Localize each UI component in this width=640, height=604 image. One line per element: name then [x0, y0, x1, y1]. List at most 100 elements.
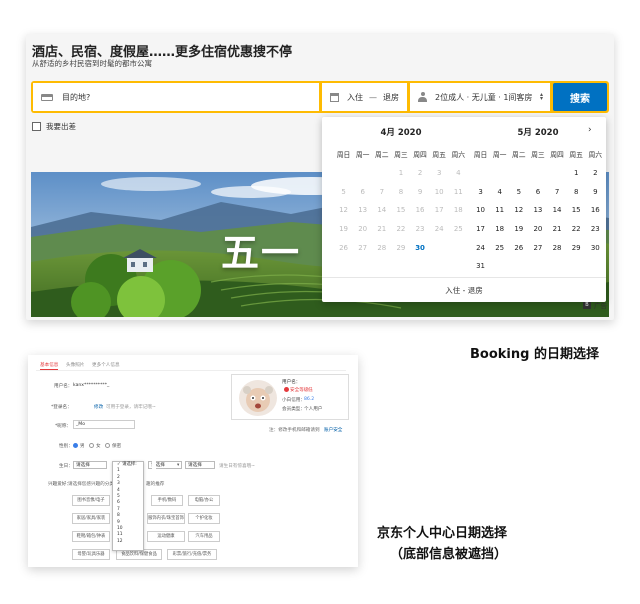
interest-tag[interactable]: 运动健康: [147, 531, 185, 542]
calendar-day: 12: [339, 206, 349, 215]
weekday-header: 周六: [588, 151, 603, 160]
calendar-day[interactable]: 9: [586, 188, 605, 196]
destination-field[interactable]: 目的地?: [33, 83, 319, 111]
security-shield-icon: [284, 387, 289, 392]
calendar-day[interactable]: 16: [586, 206, 605, 214]
calendar-day[interactable]: 25: [490, 244, 509, 252]
tab-basic-info[interactable]: 基本信息: [40, 362, 59, 370]
calendar-day[interactable]: 23: [586, 225, 605, 233]
gender-radio-female[interactable]: [89, 443, 94, 448]
calendar-day[interactable]: 17: [471, 225, 490, 233]
interest-tag[interactable]: 彩票/旅行/充值/票务: [167, 549, 217, 560]
person-icon: [418, 92, 427, 102]
tab-more-info[interactable]: 更多个人信息: [92, 362, 120, 368]
birthday-label: 生日：: [59, 464, 73, 469]
calendar-day: 8: [398, 187, 404, 196]
calendar-grid: 周日 周一 周二 周三 周四 周五 周六 1 2 3 4 5 6 7 8 9 10 11 12 13 14 15 16 17 1…: [471, 145, 605, 276]
birthday-year-select[interactable]: 请选择: [73, 461, 107, 469]
birthday-day-select[interactable]: 请选择: [185, 461, 215, 469]
calendar-day[interactable]: 5: [509, 188, 528, 196]
calendar-day: 9: [417, 187, 423, 196]
calendar-day[interactable]: 31: [471, 262, 490, 270]
nickname-input[interactable]: _Mo: [73, 420, 135, 429]
calendar-day[interactable]: 22: [567, 225, 586, 233]
credit-value: 86.2: [304, 397, 315, 402]
birthday-hint: 请生日有惊喜哦~: [219, 464, 256, 469]
calendar-day[interactable]: 30: [411, 244, 430, 252]
gender-radio-male[interactable]: [73, 443, 78, 448]
calendar-day[interactable]: 8: [567, 188, 586, 196]
calendar-day[interactable]: 14: [548, 206, 567, 214]
calendar-day[interactable]: 1: [567, 169, 586, 177]
login-hint: 可用于登录，请牢记哦~: [106, 405, 156, 410]
interest-tag[interactable]: 个护化妆: [188, 513, 220, 524]
business-trip-checkbox[interactable]: [32, 122, 41, 131]
search-bar: 目的地? 入住 — 退房 2位成人 · 无儿童 · 1间客房 ▴ ▾ 搜索: [31, 81, 609, 113]
weekday-header: 周五: [432, 151, 446, 160]
calendar-day: 16: [415, 206, 425, 215]
calendar-day[interactable]: 10: [471, 206, 490, 214]
calendar-day[interactable]: 24: [471, 244, 490, 252]
comparison-canvas: 酒店、民宿、度假屋……更多住宿优惠搜不停 从舒适的乡村民宿到时髦的都市公寓 目的…: [0, 0, 640, 604]
calendar-day[interactable]: 13: [528, 206, 547, 214]
interest-tag[interactable]: 家居/家具/家装: [72, 513, 110, 524]
calendar-day[interactable]: 21: [548, 225, 567, 233]
date-picker-footer: 入住 - 退房: [322, 277, 606, 302]
calendar-day: 28: [377, 243, 387, 252]
interest-tag[interactable]: 鞋靴/箱包/钟表: [72, 531, 110, 542]
interest-tag[interactable]: 手机/数码: [151, 495, 183, 506]
checkin-label: 入住: [347, 92, 363, 102]
gender-option-male: 男: [80, 444, 85, 449]
guests-field[interactable]: 2位成人 · 无儿童 · 1间客房 ▴ ▾: [410, 83, 550, 111]
next-month-chevron-icon[interactable]: ›: [588, 125, 592, 135]
interest-tag[interactable]: 汽车用品: [188, 531, 220, 542]
month-title: 5月 2020: [517, 128, 559, 138]
username-value: kanx**********_: [73, 383, 110, 388]
interest-tag[interactable]: 母婴/玩具乐器: [72, 549, 110, 560]
tab-divider: [36, 370, 346, 371]
jd-screenshot: 基本信息 头像照片 更多个人信息 用户名： kanx**********_ *登…: [28, 355, 358, 567]
interest-tag[interactable]: 服饰内衣/珠宝首饰: [147, 513, 185, 524]
booking-subtitle: 从舒适的乡村民宿到时髦的都市公寓: [32, 59, 152, 68]
calendar-day: 6: [360, 187, 365, 196]
account-security-link[interactable]: 账户安全: [324, 427, 342, 433]
calendar-day[interactable]: 4: [490, 188, 509, 196]
avatar[interactable]: [239, 380, 277, 416]
username-label: 用户名：: [54, 384, 73, 389]
member-type-value: 个人用户: [304, 407, 323, 412]
calendar-day[interactable]: 28: [548, 244, 567, 252]
interest-tag[interactable]: 电脑/办公: [188, 495, 220, 506]
weekday-header: 周四: [413, 151, 427, 160]
calendar-day[interactable]: 18: [490, 225, 509, 233]
member-type-label: 会员类型：: [282, 407, 305, 412]
interest-tag[interactable]: 图书音像/电子: [72, 495, 110, 506]
calendar-day[interactable]: 26: [509, 244, 528, 252]
calendar-day[interactable]: 11: [490, 206, 509, 214]
calendar-day[interactable]: 20: [528, 225, 547, 233]
calendar-day[interactable]: 3: [471, 188, 490, 196]
calendar-day[interactable]: 15: [567, 206, 586, 214]
spacer7: [154, 461, 156, 469]
calendar-day: 20: [358, 225, 368, 234]
gender-radio-secret[interactable]: [105, 443, 110, 448]
tab-avatar[interactable]: 头像照片: [66, 362, 84, 368]
login-edit-link[interactable]: 修改: [94, 404, 103, 410]
login-label: *登录名：: [51, 405, 72, 410]
security-level-value: 低: [308, 388, 313, 393]
calendar-day[interactable]: 29: [567, 244, 586, 252]
birthday-month-dropdown[interactable]: ✓ 请选择: 1 2 3 4 5 6 7 8 9 10 11 12: [112, 461, 144, 551]
calendar-day[interactable]: 19: [509, 225, 528, 233]
search-button[interactable]: 搜索: [553, 83, 607, 111]
calendar-day[interactable]: 2: [586, 169, 605, 177]
calendar-day[interactable]: 30: [586, 244, 605, 252]
calendar-day[interactable]: 27: [528, 244, 547, 252]
calendar-day[interactable]: 7: [548, 188, 567, 196]
calendar-day[interactable]: 12: [509, 206, 528, 214]
month-title: 4月 2020: [380, 128, 422, 138]
date-field[interactable]: 入住 — 退房: [322, 83, 407, 111]
calendar-day[interactable]: 6: [528, 188, 547, 196]
calendar-day: 25: [453, 225, 463, 234]
weekday-header: 周日: [336, 151, 351, 160]
dropdown-option[interactable]: 12: [113, 539, 143, 545]
weekday-header: 周一: [492, 151, 507, 160]
